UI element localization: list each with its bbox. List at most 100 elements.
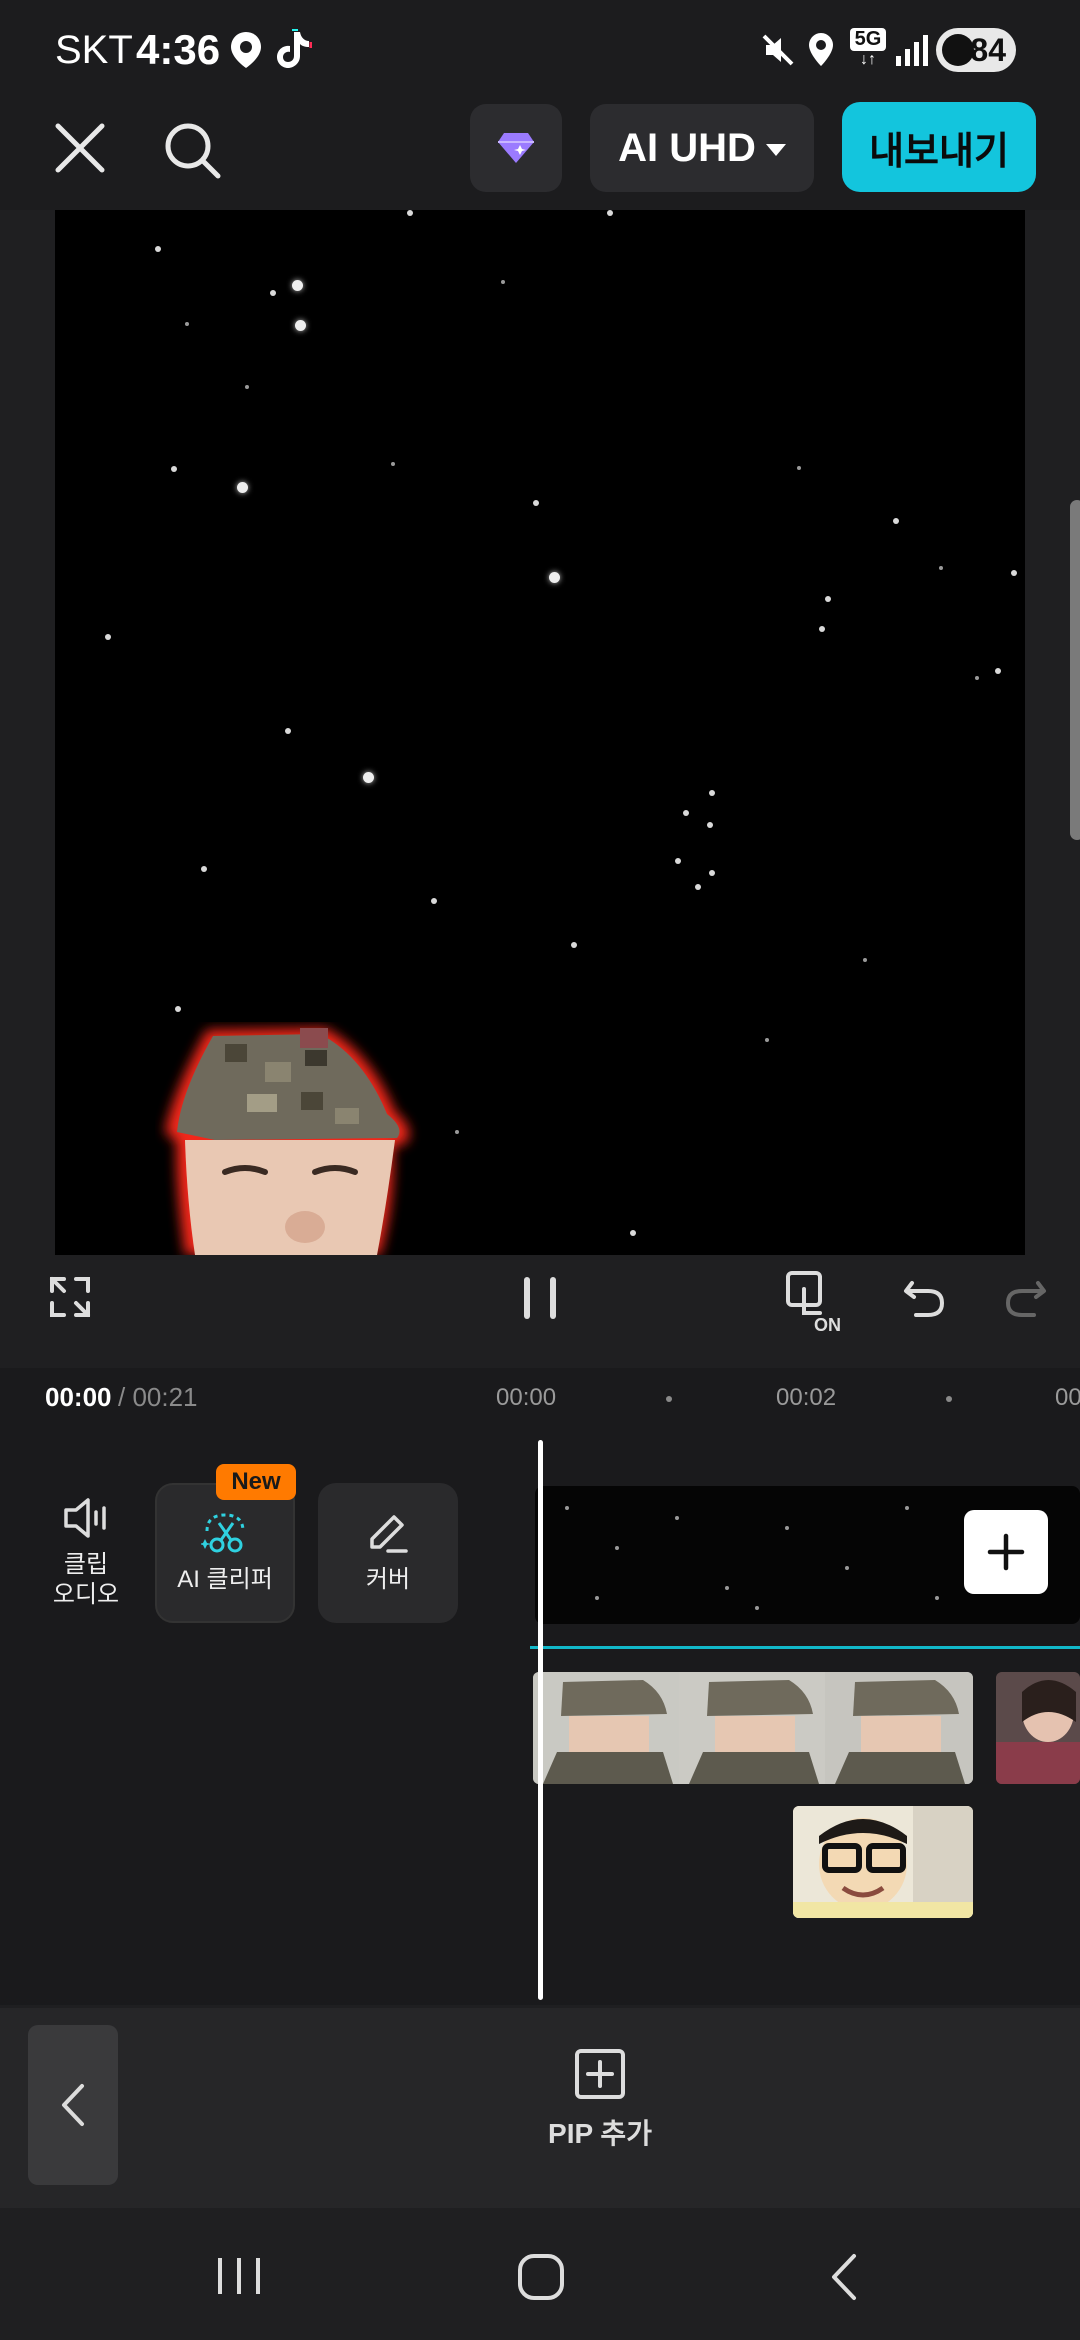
preview-scrollbar[interactable] xyxy=(1070,500,1080,840)
star xyxy=(845,1566,849,1570)
new-badge: New xyxy=(216,1464,296,1500)
video-editor-screen: SKT 4:36 5G ↓↑ 84 AI UHD 내보내기 ON 00:00 /… xyxy=(0,0,1080,2340)
star xyxy=(431,898,437,904)
redo-icon[interactable] xyxy=(1004,1275,1048,1319)
pip-clip-soldier[interactable] xyxy=(533,1672,973,1784)
ai-scissors-icon xyxy=(201,1513,245,1553)
star xyxy=(615,1546,619,1550)
battery-indicator: 84 xyxy=(936,28,1016,72)
star xyxy=(292,280,303,291)
star xyxy=(707,822,713,828)
quality-label: AI UHD xyxy=(618,125,756,170)
search-icon[interactable] xyxy=(160,118,224,182)
clock: 4:36 xyxy=(136,26,221,73)
back-icon[interactable] xyxy=(826,2252,862,2302)
add-pip-label: PIP 추가 xyxy=(548,2118,652,2149)
close-icon[interactable] xyxy=(52,120,108,176)
fullscreen-icon[interactable] xyxy=(48,1275,92,1319)
star xyxy=(683,810,689,816)
home-icon[interactable] xyxy=(516,2252,566,2302)
undo-icon[interactable] xyxy=(902,1275,946,1319)
star xyxy=(270,290,276,296)
recent-apps-icon[interactable] xyxy=(214,2254,264,2298)
star xyxy=(185,322,189,326)
editor-toolbar: AI UHD 내보내기 xyxy=(0,100,1080,210)
star xyxy=(725,1586,729,1590)
timeline-tick: 00:00 xyxy=(496,1384,557,1411)
bottom-action-bar: PIP 추가 xyxy=(0,2008,1080,2208)
star xyxy=(363,772,374,783)
star xyxy=(709,790,715,796)
mute-icon xyxy=(762,34,794,66)
star xyxy=(1011,570,1017,576)
star xyxy=(549,572,560,583)
chevron-down-icon xyxy=(765,144,786,156)
quality-dropdown[interactable]: AI UHD xyxy=(590,104,814,192)
star xyxy=(995,668,1001,674)
track-divider xyxy=(530,1646,1080,1649)
timeline-tick: 00:02 xyxy=(776,1384,837,1411)
tiktok-icon xyxy=(277,29,312,68)
star xyxy=(825,596,831,602)
star xyxy=(565,1506,569,1510)
pause-icon[interactable] xyxy=(518,1273,562,1323)
timeline-tick-dot xyxy=(946,1396,952,1402)
timeline: 클립 오디오 AI 클리퍼 New 커버 xyxy=(0,1440,1080,2005)
star xyxy=(295,320,306,331)
star xyxy=(105,634,111,640)
ai-clipper-button[interactable]: AI 클리퍼 xyxy=(155,1483,295,1623)
star xyxy=(237,482,248,493)
star xyxy=(501,280,505,284)
star xyxy=(893,518,899,524)
star xyxy=(171,466,177,472)
star xyxy=(675,1516,679,1520)
battery-level: 84 xyxy=(970,31,1006,68)
person-thumbnail xyxy=(996,1672,1080,1784)
total-duration: / 00:21 xyxy=(118,1382,198,1412)
star xyxy=(391,462,395,466)
add-pip-button[interactable]: PIP 추가 xyxy=(530,2048,670,2152)
carrier-label: SKT xyxy=(55,28,133,72)
system-nav-bar xyxy=(0,2208,1080,2340)
star xyxy=(571,942,577,948)
playhead[interactable] xyxy=(538,1440,543,2000)
timeline-tick: 00 xyxy=(1055,1384,1080,1411)
timeline-tick-dot xyxy=(666,1396,672,1402)
export-button[interactable]: 내보내기 xyxy=(842,102,1036,192)
star xyxy=(939,566,943,570)
signal-icon xyxy=(896,35,928,66)
chevron-left-icon xyxy=(62,2084,84,2126)
keyframe-on-icon[interactable]: ON xyxy=(784,1269,848,1333)
star xyxy=(863,958,867,962)
status-bar: SKT 4:36 5G ↓↑ 84 xyxy=(0,0,1080,100)
pip-clip-partial[interactable] xyxy=(996,1672,1080,1784)
clip-audio-label: 클립 오디오 xyxy=(52,1551,120,1608)
clip-audio-button[interactable]: 클립 오디오 xyxy=(30,1483,142,1623)
speaker-icon xyxy=(64,1498,106,1538)
add-clip-button[interactable] xyxy=(964,1510,1048,1594)
star xyxy=(765,1038,769,1042)
star xyxy=(755,1606,759,1610)
ai-clipper-label: AI 클리퍼 xyxy=(177,1566,273,1593)
preview-area xyxy=(0,210,1080,1255)
star xyxy=(797,466,801,470)
star xyxy=(285,728,291,734)
diamond-icon xyxy=(498,133,534,163)
star xyxy=(975,676,979,680)
star xyxy=(533,500,539,506)
location-icon xyxy=(231,32,261,68)
pip-overlay-clip[interactable] xyxy=(155,1022,485,1255)
star xyxy=(607,210,613,216)
battery-saver-icon xyxy=(942,34,974,66)
location-status-icon xyxy=(809,33,833,66)
star xyxy=(935,1596,939,1600)
star xyxy=(819,626,825,632)
star xyxy=(709,870,715,876)
star xyxy=(905,1506,909,1510)
cover-button[interactable]: 커버 xyxy=(318,1483,458,1623)
pip-clip-glasses[interactable] xyxy=(793,1806,973,1918)
collapse-button[interactable] xyxy=(28,2025,118,2185)
star xyxy=(155,246,161,252)
video-preview[interactable] xyxy=(55,210,1025,1255)
premium-button[interactable] xyxy=(470,104,562,192)
